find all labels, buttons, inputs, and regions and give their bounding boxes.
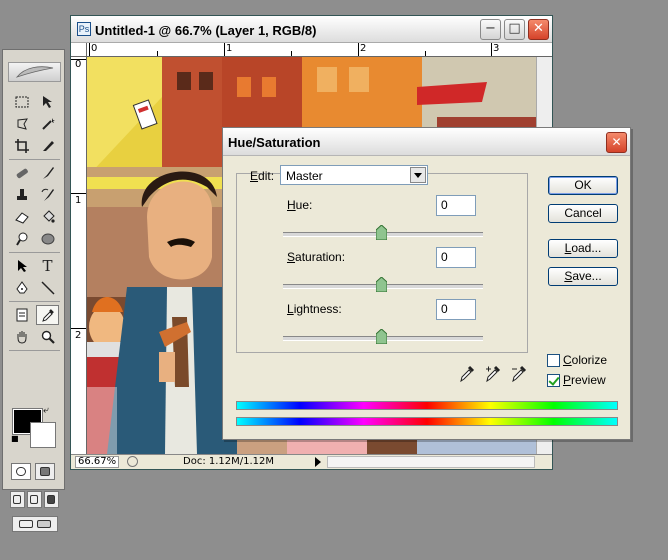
move-icon[interactable] xyxy=(36,92,59,112)
brush-icon[interactable] xyxy=(36,163,59,183)
jump-to-imageready-button[interactable] xyxy=(12,516,58,532)
blur-icon[interactable] xyxy=(36,229,59,249)
chevron-down-icon[interactable] xyxy=(410,167,426,183)
minimize-button[interactable]: − xyxy=(480,19,501,40)
healing-brush-icon[interactable] xyxy=(10,163,33,183)
ruler-left-label: 2 xyxy=(75,330,82,341)
slice-icon[interactable] xyxy=(36,136,59,156)
hue-slider-thumb[interactable] xyxy=(376,225,387,240)
colorize-checkbox[interactable] xyxy=(547,354,560,367)
ruler-top-label: 0 xyxy=(91,43,98,54)
edit-label: Edit: xyxy=(250,169,275,183)
notes-icon[interactable] xyxy=(10,305,33,325)
dodge-icon[interactable] xyxy=(10,229,33,249)
horizontal-scrollbar[interactable] xyxy=(327,456,535,468)
type-icon[interactable]: T xyxy=(36,256,59,276)
pen-icon[interactable] xyxy=(10,278,33,298)
eraser-icon[interactable] xyxy=(10,207,33,227)
colorize-label: Colorize xyxy=(563,353,608,367)
ruler-left-label: 1 xyxy=(75,195,82,206)
quick-mask-button[interactable] xyxy=(35,463,55,480)
path-selection-icon[interactable] xyxy=(10,256,33,276)
hue-input[interactable]: 0 xyxy=(436,195,476,216)
line-icon[interactable] xyxy=(36,278,59,298)
adobe-feather-icon[interactable] xyxy=(8,62,61,82)
ruler-top-label: 3 xyxy=(493,43,500,54)
crop-icon[interactable] xyxy=(10,136,33,156)
default-colors-icon[interactable]: ■ xyxy=(11,434,19,443)
document-size-info: Doc: 1.12M/1.12M xyxy=(183,456,275,467)
dialog-title-bar[interactable]: Hue/Saturation ✕ xyxy=(223,128,630,156)
eyedropper-icon[interactable] xyxy=(36,305,59,325)
maximize-button[interactable]: □ xyxy=(504,19,525,40)
ruler-left-label: 0 xyxy=(75,59,82,70)
standard-mode-button[interactable] xyxy=(11,463,31,480)
horizontal-ruler[interactable]: 0 1 2 3 xyxy=(87,43,552,57)
saturation-label: Saturation: xyxy=(287,250,346,264)
cancel-button[interactable]: Cancel xyxy=(548,204,618,223)
background-color-swatch[interactable] xyxy=(30,422,56,448)
ruler-top-label: 1 xyxy=(226,43,233,54)
dialog-close-button[interactable]: ✕ xyxy=(606,132,627,153)
clone-stamp-icon[interactable] xyxy=(10,185,33,205)
lightness-input[interactable]: 0 xyxy=(436,299,476,320)
photoshop-document-icon: Ps xyxy=(77,22,91,36)
dialog-title: Hue/Saturation xyxy=(228,135,321,150)
eyedropper-plus-icon[interactable] xyxy=(485,365,501,383)
lasso-icon[interactable] xyxy=(10,114,33,134)
output-color-spectrum-bar xyxy=(236,417,618,426)
status-menu-arrow-icon[interactable] xyxy=(315,457,321,467)
document-title: Untitled-1 @ 66.7% (Layer 1, RGB/8) xyxy=(95,23,317,38)
lightness-label: Lightness: xyxy=(287,302,342,316)
swap-colors-icon[interactable]: ⤶ xyxy=(43,405,49,416)
zoom-icon[interactable] xyxy=(36,327,59,347)
edit-channel-select[interactable]: Master xyxy=(280,165,428,185)
status-bar: 66.67% Doc: 1.12M/1.12M xyxy=(71,454,552,469)
hue-label: Hue: xyxy=(287,198,313,212)
ok-button[interactable]: OK xyxy=(548,176,618,195)
zoom-level-field[interactable]: 66.67% xyxy=(75,456,119,468)
lightness-slider-thumb[interactable] xyxy=(376,329,387,344)
load-button[interactable]: Load... xyxy=(548,239,618,258)
save-button[interactable]: Save... xyxy=(548,267,618,286)
saturation-slider-thumb[interactable] xyxy=(376,277,387,292)
document-title-bar[interactable]: Ps Untitled-1 @ 66.7% (Layer 1, RGB/8) −… xyxy=(71,16,552,43)
history-brush-icon[interactable] xyxy=(36,185,59,205)
preview-label: Preview xyxy=(563,373,606,387)
hue-saturation-dialog: Hue/Saturation ✕ Edit: Master Hue: 0 Sat… xyxy=(222,127,631,440)
input-color-spectrum-bar xyxy=(236,401,618,410)
hand-icon[interactable] xyxy=(10,327,33,347)
close-window-button[interactable]: ✕ xyxy=(528,19,549,40)
screen-mode-full-menu-button[interactable] xyxy=(27,491,42,508)
preview-checkbox[interactable] xyxy=(547,374,560,387)
adjustment-group xyxy=(236,173,528,353)
magic-wand-icon[interactable] xyxy=(36,114,59,134)
saturation-input[interactable]: 0 xyxy=(436,247,476,268)
marquee-icon[interactable] xyxy=(10,92,33,112)
toolbox-panel: T ⤶ ■ xyxy=(2,49,65,532)
eyedropper-icon[interactable] xyxy=(459,365,475,383)
eyedropper-minus-icon[interactable] xyxy=(511,365,527,383)
ruler-origin[interactable] xyxy=(71,43,87,57)
vertical-ruler[interactable]: 0 1 2 xyxy=(71,57,87,454)
edit-channel-value: Master xyxy=(286,169,323,183)
status-info-icon[interactable] xyxy=(127,456,138,467)
paint-bucket-icon[interactable] xyxy=(36,207,59,227)
screen-mode-full-button[interactable] xyxy=(44,491,59,508)
ruler-top-label: 2 xyxy=(360,43,367,54)
screen-mode-standard-button[interactable] xyxy=(10,491,25,508)
